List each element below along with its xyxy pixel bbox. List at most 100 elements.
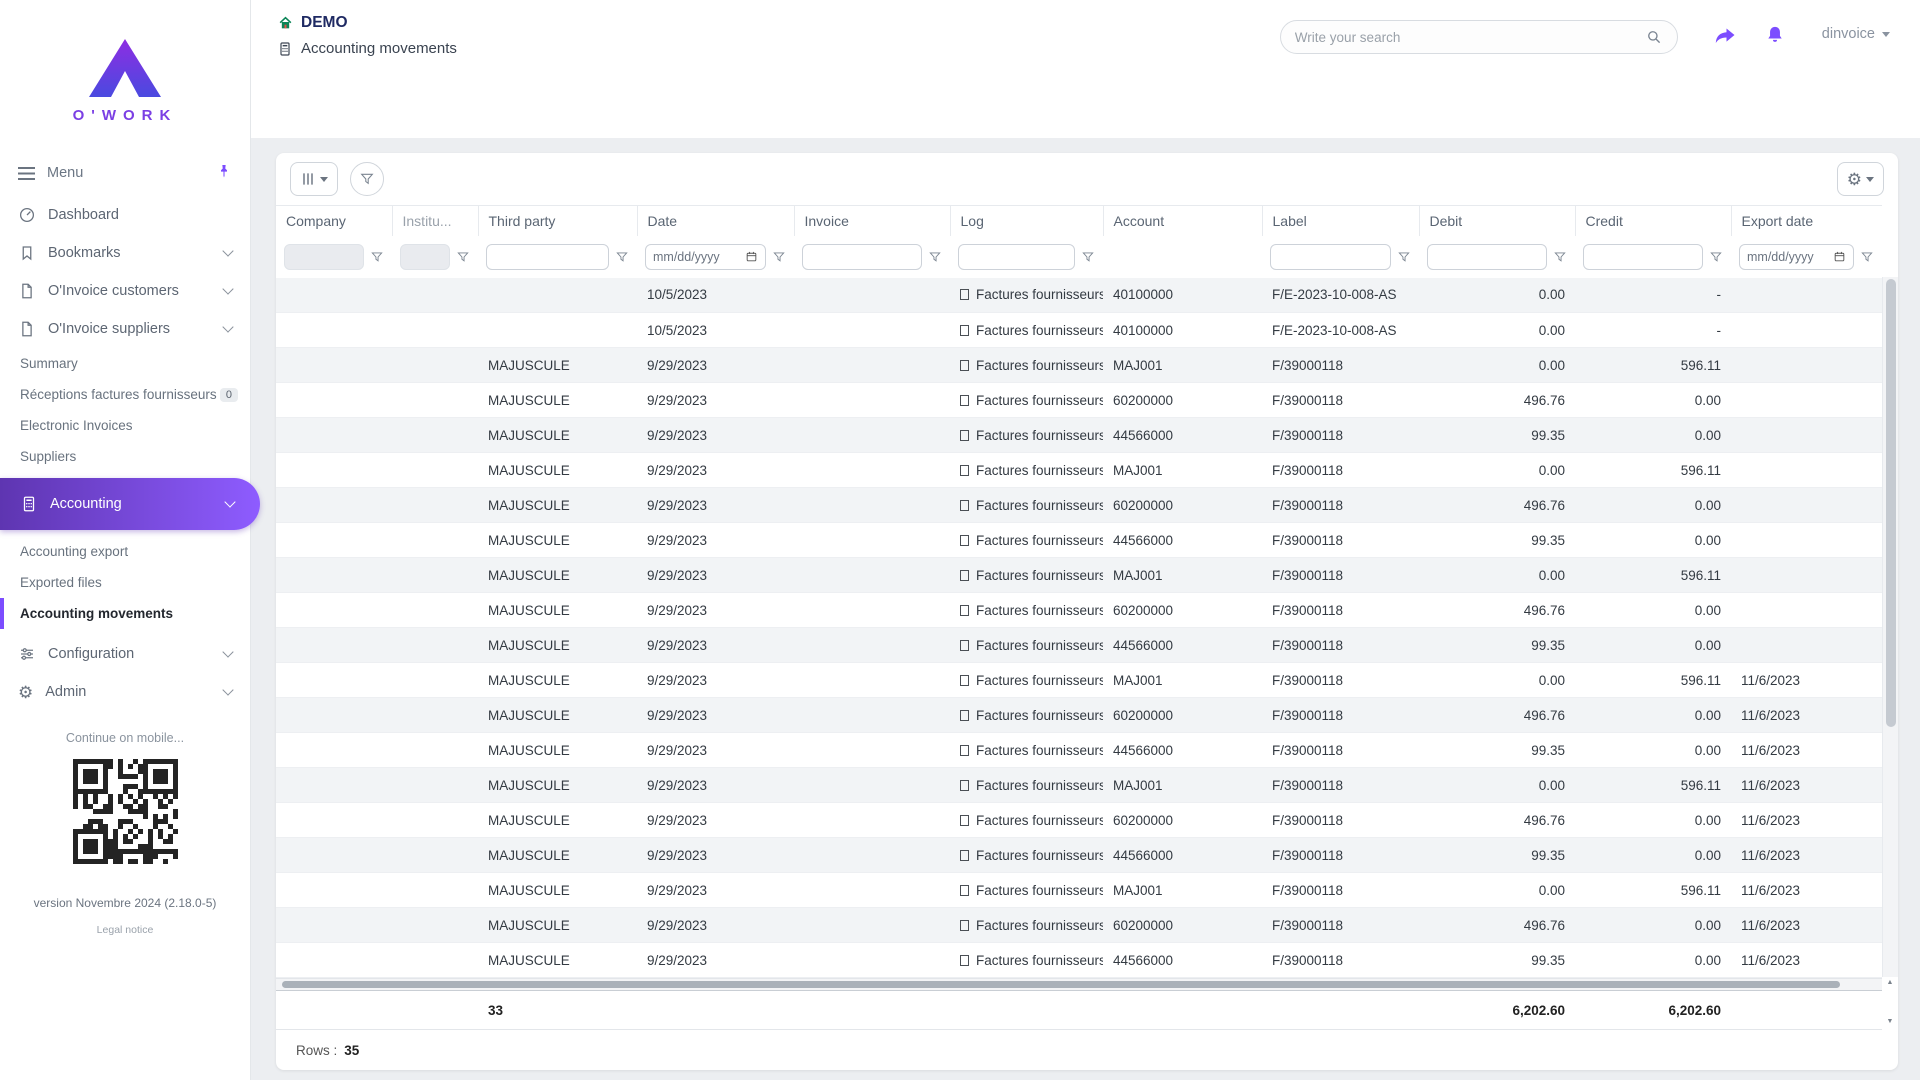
table-row[interactable]: MAJUSCULE 9/29/2023 Factures fournisseur… — [276, 942, 1882, 978]
cell-credit: - — [1575, 312, 1731, 348]
journal-icon — [960, 359, 969, 371]
col-log[interactable]: Log — [950, 205, 1104, 236]
filter-toggle-button[interactable] — [350, 162, 384, 196]
col-third-party[interactable]: Third party — [478, 205, 638, 236]
horizontal-scrollbar[interactable] — [276, 978, 1882, 990]
funnel-icon[interactable] — [1397, 250, 1411, 264]
table-row[interactable]: MAJUSCULE 9/29/2023 Factures fournisseur… — [276, 732, 1882, 768]
calendar-icon[interactable] — [1833, 250, 1846, 263]
col-account[interactable]: Account — [1103, 205, 1263, 236]
filter-debit-input[interactable] — [1427, 243, 1547, 270]
funnel-icon[interactable] — [1553, 250, 1567, 264]
funnel-icon[interactable] — [1860, 250, 1874, 264]
filter-export-date-input[interactable]: mm/dd/yyyy — [1739, 243, 1854, 270]
sidebar-item-dashboard[interactable]: Dashboard — [0, 196, 250, 234]
search-input[interactable] — [1294, 29, 1645, 45]
sidebar-item-label: Accounting — [50, 496, 122, 512]
legal-notice-link[interactable]: Legal notice — [97, 924, 154, 936]
funnel-icon[interactable] — [615, 250, 629, 264]
sidebar-subitem-exported-files[interactable]: Exported files — [0, 567, 250, 598]
cell-invoice — [794, 417, 950, 453]
filter-label-input[interactable] — [1270, 243, 1391, 270]
column-chooser-button[interactable] — [290, 162, 338, 196]
rows-label: Rows : — [296, 1042, 338, 1058]
scroll-up-icon[interactable]: ▲ — [1887, 979, 1894, 986]
cell-debit: 99.35 — [1419, 732, 1575, 768]
col-invoice[interactable]: Invoice — [794, 205, 951, 236]
filter-log-input[interactable] — [958, 243, 1075, 270]
table-row[interactable]: MAJUSCULE 9/29/2023 Factures fournisseur… — [276, 662, 1882, 698]
col-label[interactable]: Label — [1262, 205, 1420, 236]
funnel-icon[interactable] — [1081, 250, 1095, 264]
scrollbar-arrows[interactable]: ▲ ▼ — [1882, 977, 1898, 1027]
cell-account: MAJ001 — [1103, 452, 1262, 488]
table-row[interactable]: MAJUSCULE 9/29/2023 Factures fournisseur… — [276, 557, 1882, 593]
col-date[interactable]: Date — [637, 205, 795, 236]
sidebar-item-admin[interactable]: ⚙ Admin — [0, 673, 250, 711]
col-company[interactable]: Company — [276, 205, 393, 236]
table-row[interactable]: MAJUSCULE 9/29/2023 Factures fournisseur… — [276, 767, 1882, 803]
sidebar-item-bookmarks[interactable]: Bookmarks — [0, 234, 250, 272]
cell-log: Factures fournisseurs — [950, 767, 1103, 803]
table-row[interactable]: 10/5/2023 Factures fournisseurs 40100000… — [276, 277, 1882, 313]
hamburger-icon[interactable] — [18, 166, 35, 180]
funnel-icon[interactable] — [772, 250, 786, 264]
sidebar-subitem-receptions[interactable]: Réceptions factures fournisseurs 0 — [0, 379, 250, 410]
sidebar-item-oinvoice-customers[interactable]: O'Invoice customers — [0, 272, 250, 310]
cell-account: MAJ001 — [1103, 872, 1262, 908]
table-row[interactable]: MAJUSCULE 9/29/2023 Factures fournisseur… — [276, 872, 1882, 908]
funnel-icon[interactable] — [1709, 250, 1723, 264]
funnel-icon[interactable] — [928, 250, 942, 264]
filter-credit-input[interactable] — [1583, 243, 1703, 270]
table-row[interactable]: MAJUSCULE 9/29/2023 Factures fournisseur… — [276, 802, 1882, 838]
cell-credit: 0.00 — [1575, 732, 1731, 768]
col-debit[interactable]: Debit — [1419, 205, 1576, 236]
funnel-icon[interactable] — [370, 250, 384, 264]
filter-invoice-input[interactable] — [802, 243, 922, 270]
vertical-scrollbar[interactable] — [1882, 277, 1898, 977]
cell-export-date: 11/6/2023 — [1731, 802, 1882, 838]
funnel-icon[interactable] — [456, 250, 470, 264]
cell-export-date — [1731, 627, 1882, 663]
search-icon[interactable] — [1645, 28, 1663, 46]
cell-debit: 99.35 — [1419, 837, 1575, 873]
sidebar-item-accounting[interactable]: Accounting — [0, 478, 260, 530]
sidebar-subitem-electronic-invoices[interactable]: Electronic Invoices — [0, 410, 250, 441]
grid-footer: Rows : 35 — [276, 1030, 1898, 1070]
sidebar-item-configuration[interactable]: Configuration — [0, 635, 250, 673]
table-row[interactable]: 10/5/2023 Factures fournisseurs 40100000… — [276, 312, 1882, 348]
table-row[interactable]: MAJUSCULE 9/29/2023 Factures fournisseur… — [276, 522, 1882, 558]
filter-date-input[interactable]: mm/dd/yyyy — [645, 243, 766, 270]
cell-log: Factures fournisseurs — [950, 557, 1103, 593]
calendar-icon[interactable] — [745, 250, 758, 263]
sidebar-item-oinvoice-suppliers[interactable]: O'Invoice suppliers — [0, 310, 250, 348]
table-row[interactable]: MAJUSCULE 9/29/2023 Factures fournisseur… — [276, 382, 1882, 418]
notifications-button[interactable] — [1764, 23, 1786, 47]
sidebar-subitem-summary[interactable]: Summary — [0, 348, 250, 379]
hscroll-thumb[interactable] — [282, 981, 1840, 988]
table-row[interactable]: MAJUSCULE 9/29/2023 Factures fournisseur… — [276, 452, 1882, 488]
col-export-date[interactable]: Export date — [1731, 205, 1882, 236]
sidebar-subitem-accounting-export[interactable]: Accounting export — [0, 536, 250, 567]
table-row[interactable]: MAJUSCULE 9/29/2023 Factures fournisseur… — [276, 417, 1882, 453]
vscroll-thumb[interactable] — [1886, 279, 1896, 727]
grid-settings-button[interactable]: ⚙ — [1836, 162, 1884, 196]
table-row[interactable]: MAJUSCULE 9/29/2023 Factures fournisseur… — [276, 347, 1882, 383]
sidebar-subitem-suppliers[interactable]: Suppliers — [0, 441, 250, 472]
share-button[interactable] — [1712, 24, 1738, 48]
table-row[interactable]: MAJUSCULE 9/29/2023 Factures fournisseur… — [276, 592, 1882, 628]
cell-credit: 0.00 — [1575, 802, 1731, 838]
sidebar-subitem-accounting-movements[interactable]: Accounting movements — [0, 598, 250, 629]
user-menu[interactable]: dinvoice — [1822, 26, 1890, 42]
pin-sidebar-icon[interactable] — [216, 163, 232, 183]
filter-third-party-input[interactable] — [486, 243, 609, 270]
scroll-down-icon[interactable]: ▼ — [1887, 1018, 1894, 1025]
table-row[interactable]: MAJUSCULE 9/29/2023 Factures fournisseur… — [276, 697, 1882, 733]
table-row[interactable]: MAJUSCULE 9/29/2023 Factures fournisseur… — [276, 627, 1882, 663]
table-row[interactable]: MAJUSCULE 9/29/2023 Factures fournisseur… — [276, 907, 1882, 943]
table-row[interactable]: MAJUSCULE 9/29/2023 Factures fournisseur… — [276, 837, 1882, 873]
col-credit[interactable]: Credit — [1575, 205, 1732, 236]
table-row[interactable]: MAJUSCULE 9/29/2023 Factures fournisseur… — [276, 487, 1882, 523]
cell-account: 60200000 — [1103, 487, 1262, 523]
col-institution[interactable]: Institu... — [392, 205, 479, 236]
